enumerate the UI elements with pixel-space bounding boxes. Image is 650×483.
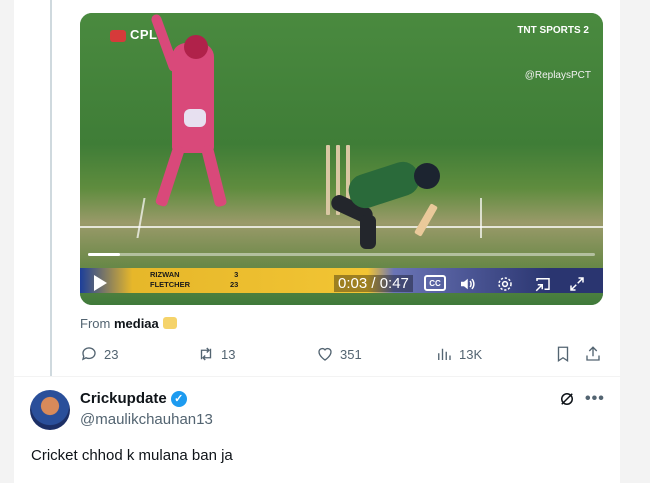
view-count: 13K — [459, 346, 483, 362]
settings-icon[interactable] — [494, 275, 516, 293]
page: CPL TNT SPORTS 2 @ReplaysPCT RIZWAN FLET… — [0, 0, 650, 483]
return-crease-right — [480, 198, 482, 238]
verified-badge-icon: ✓ — [170, 390, 187, 407]
tnt-sports-logo: TNT SPORTS 2 — [517, 25, 589, 36]
repost-icon — [200, 347, 212, 361]
video-time: 0:03 / 0:47 — [334, 275, 413, 292]
video-controls: 0:03 / 0:47 CC — [80, 267, 603, 301]
cpl-logo: CPL — [110, 27, 158, 42]
reply-count: 23 — [104, 346, 119, 362]
like-count: 351 — [340, 346, 362, 362]
repost-count: 13 — [221, 346, 236, 362]
display-name: Crickupdate — [80, 390, 167, 407]
reply-button[interactable]: 23 — [80, 345, 118, 363]
heart-icon — [318, 347, 332, 361]
replays-watermark: @ReplaysPCT — [524, 70, 591, 81]
cricket-bat — [414, 203, 438, 237]
crease-line — [80, 226, 603, 228]
video-frame — [80, 13, 603, 305]
share-button[interactable] — [584, 345, 602, 363]
batter — [344, 157, 424, 213]
sparkle-emoji-icon — [162, 317, 177, 329]
bookmark-button[interactable] — [554, 345, 572, 363]
volume-icon[interactable] — [456, 275, 478, 293]
reply-icon — [81, 347, 96, 361]
author-handle[interactable]: @maulikchauhan13 — [80, 411, 213, 428]
play-icon[interactable] — [94, 275, 107, 291]
bookmark-icon — [557, 346, 569, 363]
analytics-icon — [438, 348, 451, 360]
share-icon — [586, 346, 600, 361]
author-name[interactable]: Crickupdate ✓ — [80, 390, 187, 407]
post-text: Cricket chhod k mulana ban ja — [31, 447, 233, 464]
return-crease-left — [136, 198, 146, 238]
captions-icon[interactable]: CC — [424, 275, 446, 291]
media-source-account[interactable]: mediaa — [114, 316, 159, 331]
video-progress-fill — [88, 253, 121, 256]
fullscreen-icon[interactable] — [566, 275, 588, 293]
more-options-icon[interactable]: ••• — [585, 390, 605, 408]
wicket-keeper — [172, 43, 214, 153]
video-progress-bar[interactable] — [88, 253, 595, 256]
cpl-badge-icon — [110, 29, 126, 42]
stump — [326, 145, 330, 215]
keeper-glove — [184, 109, 206, 127]
media-source-prefix: From — [80, 316, 111, 331]
avatar[interactable] — [30, 390, 70, 430]
repost-button[interactable]: 13 — [197, 345, 235, 363]
video-player[interactable]: CPL TNT SPORTS 2 @ReplaysPCT RIZWAN FLET… — [80, 13, 603, 305]
post-actions: 23 13 351 13K — [80, 345, 604, 365]
grok-icon[interactable] — [558, 390, 576, 408]
batter-helmet — [414, 163, 440, 189]
media-source: From mediaa — [80, 316, 177, 331]
keeper-helmet — [184, 35, 208, 59]
like-button[interactable]: 351 — [316, 345, 362, 363]
pip-icon[interactable] — [532, 275, 554, 293]
keeper-leg — [200, 144, 228, 208]
thread-line — [50, 0, 52, 376]
batter-leg — [360, 215, 376, 249]
keeper-leg — [154, 144, 186, 208]
views-button[interactable]: 13K — [435, 345, 482, 363]
